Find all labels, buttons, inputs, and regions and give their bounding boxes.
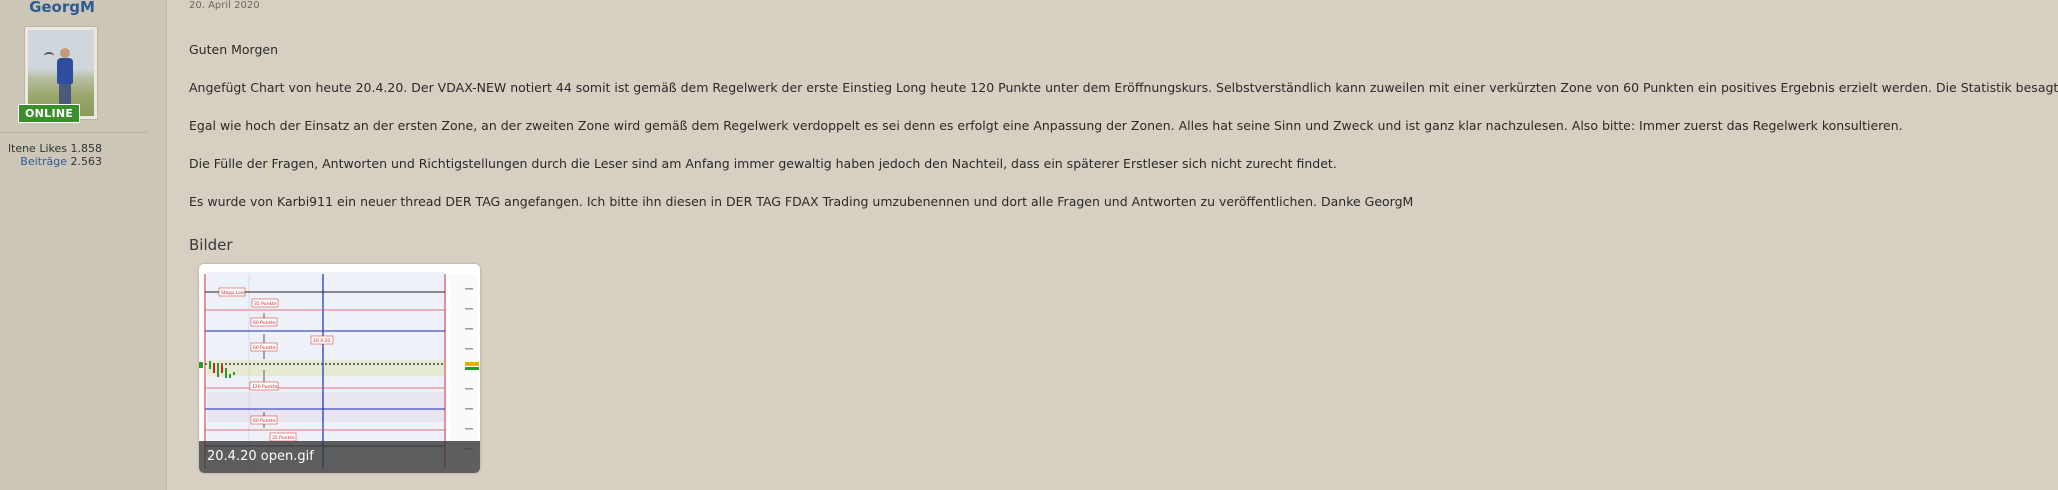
post-paragraph: Egal wie hoch der Einsatz an der ersten … [189, 118, 1903, 133]
posts-label-link[interactable]: Beiträge [20, 155, 67, 168]
post-paragraph: Angefügt Chart von heute 20.4.20. Der VD… [189, 80, 2058, 95]
post-paragraph: Die Fülle der Fragen, Antworten und Rich… [189, 156, 1337, 171]
chart-label: 60 Punkte [253, 418, 276, 424]
chart-label: Stopp Loss [221, 290, 246, 296]
post-paragraph: Es wurde von Karbi911 ein neuer thread D… [189, 194, 1414, 209]
chart-label: 35 Punkte [254, 301, 277, 307]
sidebar-divider [0, 132, 148, 133]
posts-stat: Beiträge 2.563 [20, 155, 102, 168]
likes-label: ltene Likes [7, 142, 67, 155]
attachment-thumbnail[interactable]: Stopp Loss 35 Punkte 60 Punkte 60 Punkte… [199, 264, 480, 473]
posts-value: 2.563 [70, 155, 103, 168]
chart-label: 60 Punkte [253, 345, 276, 351]
online-status-badge: ONLINE [18, 104, 81, 123]
likes-value: 1.858 [70, 142, 103, 155]
post-body: Guten Morgen Angefügt Chart von heute 20… [189, 42, 2058, 232]
likes-stat: ltene Likes 1.858 [8, 142, 102, 155]
post-date[interactable]: 20. April 2020 [189, 0, 260, 11]
attachment-filename: 20.4.20 open.gif [199, 441, 480, 473]
chart-label: 20.4.20 [313, 338, 330, 344]
username-link[interactable]: GeorgM [0, 0, 124, 16]
chart-label: 60 Punkte [253, 320, 276, 326]
post-paragraph: Guten Morgen [189, 42, 278, 57]
chart-label: 120 Punkte [252, 384, 278, 390]
user-sidebar: GeorgM ONLINE ltene Likes 1.858 Beiträge… [0, 0, 167, 490]
attachments-heading: Bilder [189, 236, 233, 254]
